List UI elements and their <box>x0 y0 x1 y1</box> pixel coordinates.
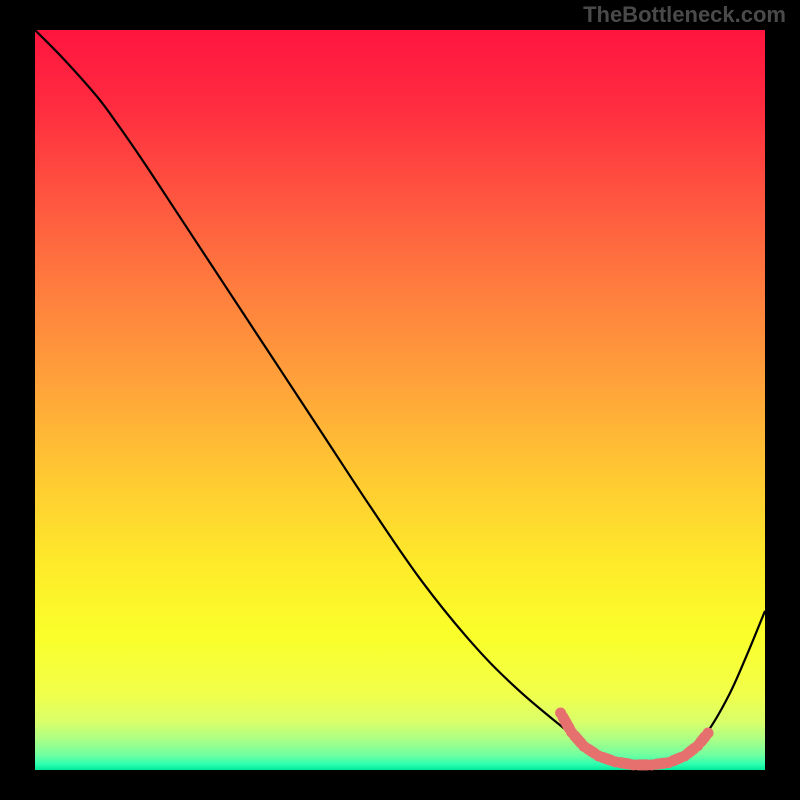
bottleneck-plot <box>0 0 800 800</box>
chart-container: TheBottleneck.com <box>0 0 800 800</box>
watermark-text: TheBottleneck.com <box>583 2 786 28</box>
plot-background <box>35 30 765 770</box>
